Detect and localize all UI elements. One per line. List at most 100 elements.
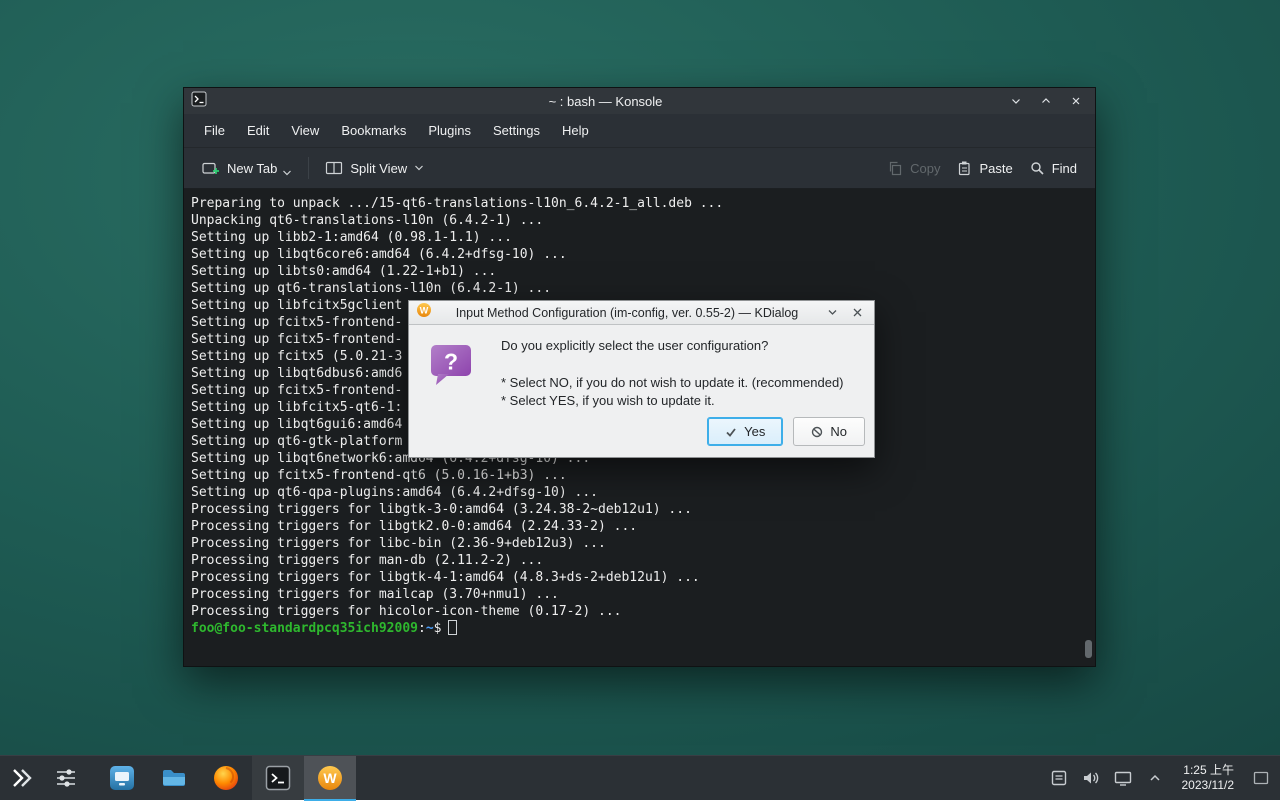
display-button[interactable] xyxy=(1110,756,1136,801)
kdialog-titlebar[interactable]: W Input Method Configuration (im-config,… xyxy=(409,301,874,325)
prompt-user-host: foo@foo-standardpcq35ich92009 xyxy=(191,621,418,636)
yes-button[interactable]: Yes xyxy=(707,417,783,446)
kdialog-task-icon: W xyxy=(316,764,344,792)
minimize-button[interactable] xyxy=(1004,91,1028,111)
terminal-prompt: foo@foo-standardpcq35ich92009:~$ xyxy=(191,620,1086,637)
terminal-line: Setting up libqt6core6:amd64 (6.4.2+dfsg… xyxy=(191,246,1086,263)
svg-text:W: W xyxy=(420,306,429,316)
prompt-symbol: $ xyxy=(434,621,442,636)
terminal-line: Processing triggers for hicolor-icon-the… xyxy=(191,603,1086,620)
no-button[interactable]: No xyxy=(793,417,865,446)
find-label: Find xyxy=(1052,161,1077,176)
blue-app-launcher[interactable] xyxy=(96,756,148,801)
yes-button-label: Yes xyxy=(744,424,765,439)
desktop-background: ~ : bash — Konsole File Edit View Bookma… xyxy=(0,0,1280,800)
terminal-line: Preparing to unpack .../15-qt6-translati… xyxy=(191,195,1086,212)
split-view-button[interactable]: Split View xyxy=(317,153,432,183)
menu-bookmarks[interactable]: Bookmarks xyxy=(331,117,416,144)
kdialog-close-button[interactable] xyxy=(847,304,867,322)
split-view-dropdown-icon xyxy=(414,164,424,172)
copy-icon xyxy=(887,160,903,176)
dialog-hint-lines: * Select NO, if you do not wish to updat… xyxy=(501,374,844,410)
file-manager-icon xyxy=(160,764,188,792)
menubar: File Edit View Bookmarks Plugins Setting… xyxy=(184,114,1095,148)
terminal-line: Processing triggers for mailcap (3.70+nm… xyxy=(191,586,1086,603)
volume-button[interactable] xyxy=(1078,756,1104,801)
split-view-label: Split View xyxy=(350,161,407,176)
kdialog-more-button[interactable] xyxy=(822,304,842,322)
paste-label: Paste xyxy=(979,161,1012,176)
prompt-separator: : xyxy=(418,621,426,636)
menu-file[interactable]: File xyxy=(194,117,235,144)
paste-icon xyxy=(956,160,972,176)
dialog-hint-yes: * Select YES, if you wish to update it. xyxy=(501,392,844,410)
chevron-down-icon xyxy=(827,307,838,318)
svg-text:?: ? xyxy=(444,349,458,375)
new-tab-dropdown-icon xyxy=(282,169,292,177)
close-icon xyxy=(852,307,863,318)
dialog-hint-no: * Select NO, if you do not wish to updat… xyxy=(501,374,844,392)
kdialog-task[interactable]: W xyxy=(304,756,356,801)
menu-view[interactable]: View xyxy=(281,117,329,144)
terminal-line: Processing triggers for libgtk-4-1:amd64… xyxy=(191,569,1086,586)
app-launcher-icon xyxy=(9,765,35,791)
toolbar-separator xyxy=(308,157,309,179)
terminal-line: Setting up qt6-qpa-plugins:amd64 (6.4.2+… xyxy=(191,484,1086,501)
kdialog-icon: W xyxy=(416,302,432,323)
terminal-line: Setting up libts0:amd64 (1.22-1+b1) ... xyxy=(191,263,1086,280)
terminal-line: Processing triggers for libc-bin (2.36-9… xyxy=(191,535,1086,552)
notes-tray-button[interactable] xyxy=(1046,756,1072,801)
maximize-button[interactable] xyxy=(1034,91,1058,111)
svg-text:W: W xyxy=(323,770,337,786)
dialog-question-text: Do you explicitly select the user config… xyxy=(501,338,768,353)
split-view-icon xyxy=(325,160,343,176)
firefox-launcher[interactable] xyxy=(200,756,252,801)
konsole-icon xyxy=(191,91,207,112)
no-slash-icon xyxy=(811,426,823,438)
new-tab-button[interactable]: New Tab xyxy=(194,153,300,184)
tray-expand-button[interactable] xyxy=(1142,756,1168,801)
firefox-icon xyxy=(212,764,240,792)
new-tab-icon xyxy=(202,160,220,176)
minimize-icon xyxy=(1010,95,1022,107)
digital-clock[interactable]: 1:25 上午 2023/11/2 xyxy=(1174,763,1243,793)
volume-icon xyxy=(1081,768,1101,788)
terminal-line: Unpacking qt6-translations-l10n (6.4.2-1… xyxy=(191,212,1086,229)
terminal-line: Processing triggers for libgtk-3-0:amd64… xyxy=(191,501,1086,518)
close-button[interactable] xyxy=(1064,91,1088,111)
terminal-line: Processing triggers for man-db (2.11.2-2… xyxy=(191,552,1086,569)
menu-plugins[interactable]: Plugins xyxy=(418,117,481,144)
terminal-cursor xyxy=(448,620,457,635)
find-button[interactable]: Find xyxy=(1021,153,1085,183)
kdialog-window: W Input Method Configuration (im-config,… xyxy=(408,300,875,458)
konsole-task[interactable] xyxy=(252,756,304,801)
paste-button[interactable]: Paste xyxy=(948,153,1020,183)
copy-button[interactable]: Copy xyxy=(879,153,948,183)
menu-edit[interactable]: Edit xyxy=(237,117,279,144)
terminal-line: Setting up libb2-1:amd64 (0.98.1-1.1) ..… xyxy=(191,229,1086,246)
maximize-icon xyxy=(1040,95,1052,107)
clock-time: 1:25 上午 xyxy=(1182,763,1235,778)
task-manager-settings-button[interactable] xyxy=(44,756,88,801)
display-icon xyxy=(1113,768,1133,788)
menu-settings[interactable]: Settings xyxy=(483,117,550,144)
konsole-titlebar[interactable]: ~ : bash — Konsole xyxy=(184,88,1095,114)
clock-date: 2023/11/2 xyxy=(1182,778,1235,793)
app-launcher-button[interactable] xyxy=(0,756,44,801)
new-tab-label: New Tab xyxy=(227,161,277,176)
menu-help[interactable]: Help xyxy=(552,117,599,144)
taskbar: W 1:25 上午 2023/11/2 xyxy=(0,755,1280,800)
dialog-button-row: Yes No xyxy=(707,417,865,446)
file-manager-launcher[interactable] xyxy=(148,756,200,801)
window-title: ~ : bash — Konsole xyxy=(213,94,998,109)
blue-app-icon xyxy=(108,764,136,792)
prompt-path: ~ xyxy=(426,621,434,636)
terminal-line: Processing triggers for libgtk2.0-0:amd6… xyxy=(191,518,1086,535)
kdialog-body: ? Do you explicitly select the user conf… xyxy=(409,325,874,457)
show-desktop-button[interactable] xyxy=(1248,756,1274,801)
konsole-task-icon xyxy=(264,764,292,792)
terminal-line: Setting up qt6-translations-l10n (6.4.2-… xyxy=(191,280,1086,297)
terminal-scrollbar-thumb[interactable] xyxy=(1085,640,1092,658)
toolbar: New Tab Split View Copy Paste Find xyxy=(184,148,1095,189)
system-tray: 1:25 上午 2023/11/2 xyxy=(1046,756,1280,801)
